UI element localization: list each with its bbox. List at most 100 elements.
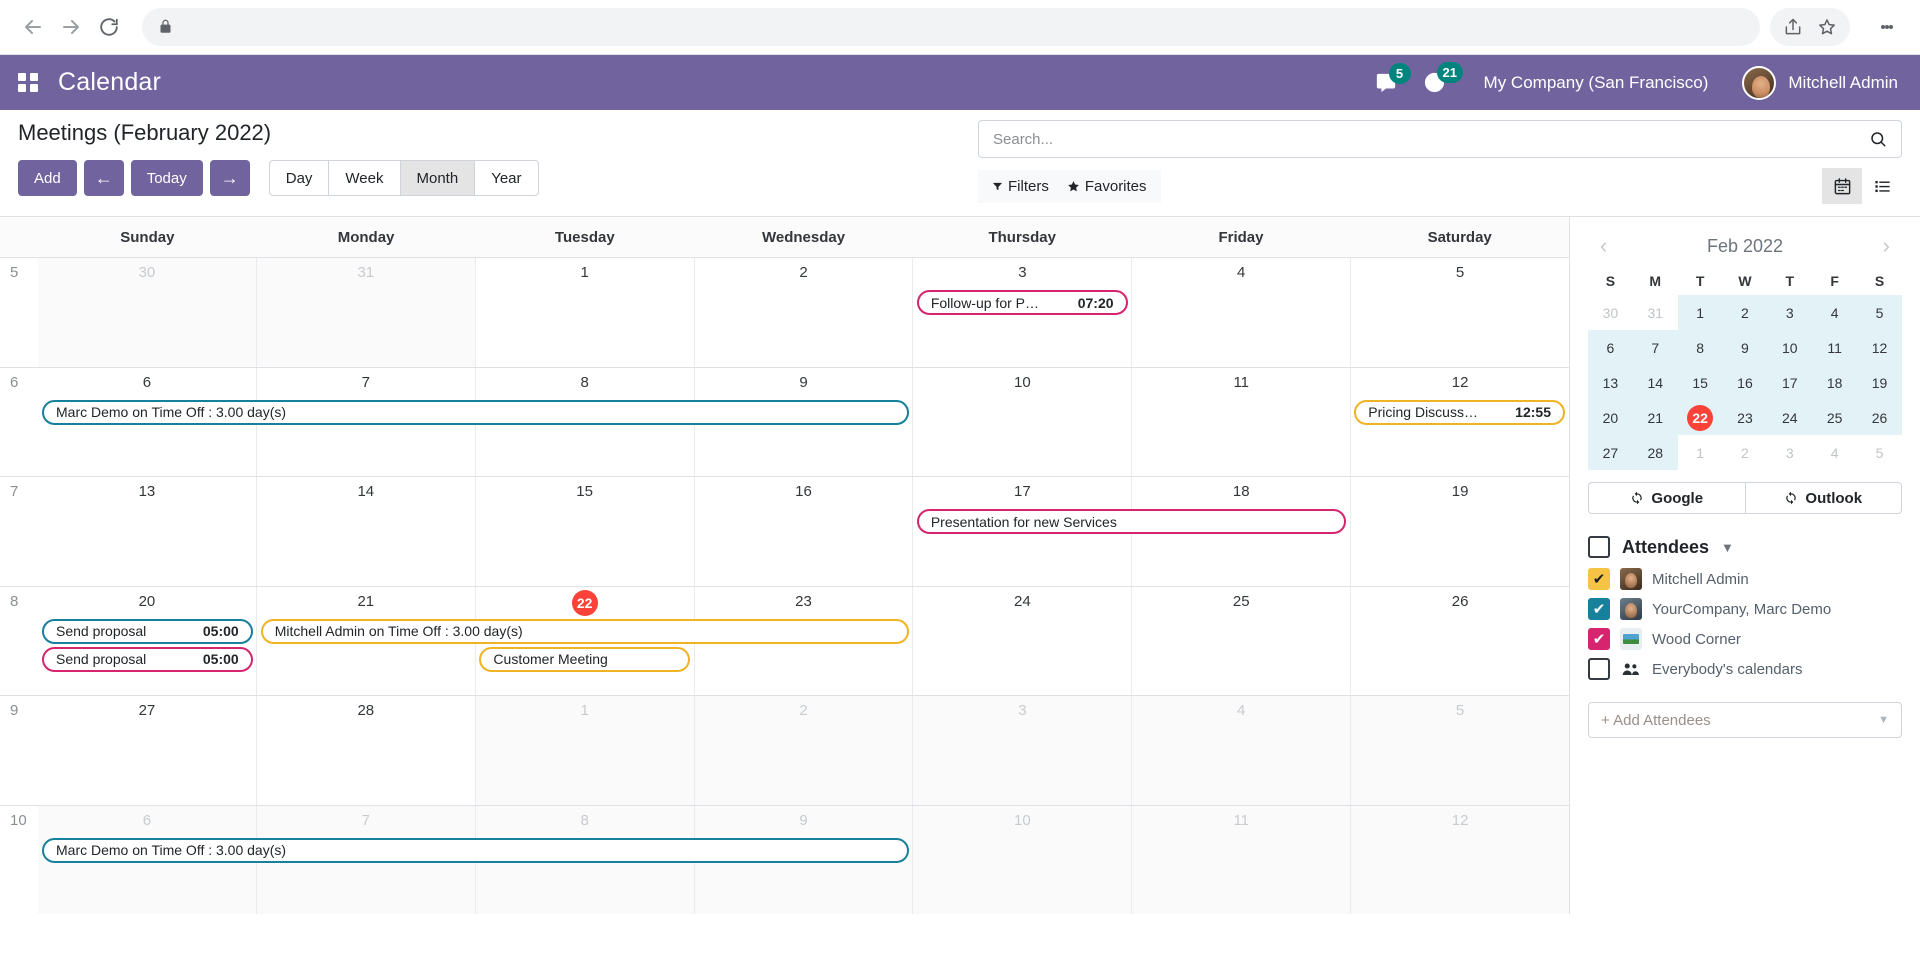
calendar-event[interactable]: Marc Demo on Time Off : 3.00 day(s) bbox=[42, 400, 909, 425]
browser-back-button[interactable] bbox=[14, 8, 52, 46]
mini-calendar-day[interactable]: 15 bbox=[1678, 365, 1723, 400]
mini-calendar-day[interactable]: 31 bbox=[1633, 295, 1678, 330]
attendee-checkbox[interactable] bbox=[1588, 658, 1610, 680]
calendar-day-cell[interactable]: 10 bbox=[912, 368, 1131, 477]
messages-button[interactable]: 5 bbox=[1375, 72, 1397, 94]
calendar-day-cell[interactable]: 11 bbox=[1131, 368, 1350, 477]
scale-week-button[interactable]: Week bbox=[328, 160, 399, 196]
calendar-day-cell[interactable]: 26 bbox=[1350, 587, 1569, 696]
mini-calendar-day[interactable]: 4 bbox=[1812, 295, 1857, 330]
calendar-day-cell[interactable]: 30 bbox=[38, 258, 256, 367]
app-title[interactable]: Calendar bbox=[58, 68, 161, 97]
calendar-day-cell[interactable]: 5 bbox=[1350, 696, 1569, 805]
mini-calendar-prev-icon[interactable]: ‹ bbox=[1594, 235, 1613, 257]
calendar-event[interactable]: Customer Meeting bbox=[479, 647, 690, 672]
mini-calendar-day[interactable]: 26 bbox=[1857, 400, 1902, 435]
calendar-day-cell[interactable]: 15 bbox=[475, 477, 694, 586]
sync-google-button[interactable]: Google bbox=[1588, 482, 1745, 514]
mini-calendar-day[interactable]: 9 bbox=[1723, 330, 1768, 365]
week-number[interactable]: 9 bbox=[0, 696, 38, 805]
mini-calendar-day[interactable]: 1 bbox=[1678, 295, 1723, 330]
search-bar[interactable] bbox=[978, 120, 1902, 158]
mini-calendar-next-icon[interactable]: › bbox=[1877, 235, 1896, 257]
activities-button[interactable]: 21 bbox=[1423, 71, 1446, 94]
attendee-row[interactable]: Everybody's calendars bbox=[1588, 654, 1902, 684]
calendar-day-cell[interactable]: 4 bbox=[1131, 696, 1350, 805]
calendar-day-cell[interactable]: 3 bbox=[912, 696, 1131, 805]
calendar-day-cell[interactable]: 5 bbox=[1350, 258, 1569, 367]
mini-calendar-day[interactable]: 10 bbox=[1767, 330, 1812, 365]
browser-reload-button[interactable] bbox=[90, 8, 128, 46]
calendar-event[interactable]: Mitchell Admin on Time Off : 3.00 day(s) bbox=[261, 619, 909, 644]
attendees-select-all-checkbox[interactable] bbox=[1588, 536, 1610, 558]
calendar-event[interactable]: Presentation for new Services bbox=[917, 509, 1346, 534]
calendar-day-cell[interactable]: 13 bbox=[38, 477, 256, 586]
calendar-day-cell[interactable]: 24 bbox=[912, 587, 1131, 696]
scale-day-button[interactable]: Day bbox=[269, 160, 329, 196]
week-number[interactable]: 5 bbox=[0, 258, 38, 367]
search-input[interactable] bbox=[993, 131, 1869, 148]
calendar-event[interactable]: Send proposal05:00 bbox=[42, 619, 253, 644]
today-button[interactable]: Today bbox=[131, 160, 203, 196]
mini-calendar-day[interactable]: 18 bbox=[1812, 365, 1857, 400]
attendee-checkbox[interactable] bbox=[1588, 568, 1610, 590]
calendar-day-cell[interactable]: 2 bbox=[694, 258, 913, 367]
kebab-menu-icon[interactable] bbox=[1868, 8, 1906, 46]
star-icon[interactable] bbox=[1816, 16, 1838, 38]
mini-calendar-day[interactable]: 21 bbox=[1633, 400, 1678, 435]
favorites-dropdown[interactable]: Favorites bbox=[1067, 178, 1147, 195]
add-button[interactable]: Add bbox=[18, 160, 77, 196]
next-period-button[interactable]: → bbox=[210, 160, 250, 196]
mini-calendar-day[interactable]: 25 bbox=[1812, 400, 1857, 435]
scale-year-button[interactable]: Year bbox=[474, 160, 538, 196]
mini-calendar-day[interactable]: 3 bbox=[1767, 295, 1812, 330]
mini-calendar-day[interactable]: 23 bbox=[1723, 400, 1768, 435]
calendar-day-cell[interactable]: 19 bbox=[1350, 477, 1569, 586]
calendar-event[interactable]: Send proposal05:00 bbox=[42, 647, 253, 672]
filters-dropdown[interactable]: Filters bbox=[992, 178, 1049, 195]
apps-grid-icon[interactable] bbox=[18, 73, 38, 92]
attendee-checkbox[interactable] bbox=[1588, 598, 1610, 620]
mini-calendar-day[interactable]: 12 bbox=[1857, 330, 1902, 365]
mini-calendar-day[interactable]: 24 bbox=[1767, 400, 1812, 435]
calendar-event[interactable]: Marc Demo on Time Off : 3.00 day(s) bbox=[42, 838, 909, 863]
attendee-row[interactable]: Mitchell Admin bbox=[1588, 564, 1902, 594]
calendar-day-cell[interactable]: 2 bbox=[694, 696, 913, 805]
mini-calendar-day[interactable]: 1 bbox=[1678, 435, 1723, 470]
calendar-day-cell[interactable]: 28 bbox=[256, 696, 475, 805]
calendar-event[interactable]: Pricing Discuss…12:55 bbox=[1354, 400, 1565, 425]
mini-calendar-today[interactable]: 22 bbox=[1678, 400, 1723, 435]
mini-calendar-day[interactable]: 5 bbox=[1857, 435, 1902, 470]
calendar-day-cell[interactable]: 4 bbox=[1131, 258, 1350, 367]
calendar-day-cell[interactable]: 10 bbox=[912, 806, 1131, 915]
share-icon[interactable] bbox=[1782, 16, 1804, 38]
week-number[interactable]: 6 bbox=[0, 368, 38, 477]
attendee-checkbox[interactable] bbox=[1588, 628, 1610, 650]
calendar-view-icon[interactable] bbox=[1822, 168, 1862, 204]
week-number[interactable]: 10 bbox=[0, 806, 38, 915]
mini-calendar-day[interactable]: 8 bbox=[1678, 330, 1723, 365]
mini-calendar-day[interactable]: 16 bbox=[1723, 365, 1768, 400]
calendar-day-cell[interactable]: 1 bbox=[475, 696, 694, 805]
mini-calendar-day[interactable]: 19 bbox=[1857, 365, 1902, 400]
calendar-day-cell[interactable]: 27 bbox=[38, 696, 256, 805]
calendar-day-cell[interactable]: 1 bbox=[475, 258, 694, 367]
sync-outlook-button[interactable]: Outlook bbox=[1745, 482, 1903, 514]
mini-calendar-day[interactable]: 30 bbox=[1588, 295, 1633, 330]
mini-calendar-day[interactable]: 4 bbox=[1812, 435, 1857, 470]
calendar-day-cell[interactable]: 12 bbox=[1350, 806, 1569, 915]
mini-calendar-day[interactable]: 13 bbox=[1588, 365, 1633, 400]
mini-calendar-day[interactable]: 27 bbox=[1588, 435, 1633, 470]
calendar-day-cell[interactable]: 31 bbox=[256, 258, 475, 367]
attendee-row[interactable]: Wood Corner bbox=[1588, 624, 1902, 654]
add-attendees-input[interactable]: + Add Attendees ▼ bbox=[1588, 702, 1902, 738]
list-view-icon[interactable] bbox=[1862, 168, 1902, 204]
calendar-day-cell[interactable]: 14 bbox=[256, 477, 475, 586]
mini-calendar-day[interactable]: 28 bbox=[1633, 435, 1678, 470]
address-bar[interactable] bbox=[142, 8, 1760, 46]
mini-calendar-day[interactable]: 2 bbox=[1723, 295, 1768, 330]
week-number[interactable]: 7 bbox=[0, 477, 38, 586]
chevron-down-icon[interactable]: ▼ bbox=[1721, 540, 1734, 555]
mini-calendar-day[interactable]: 20 bbox=[1588, 400, 1633, 435]
mini-calendar-day[interactable]: 3 bbox=[1767, 435, 1812, 470]
